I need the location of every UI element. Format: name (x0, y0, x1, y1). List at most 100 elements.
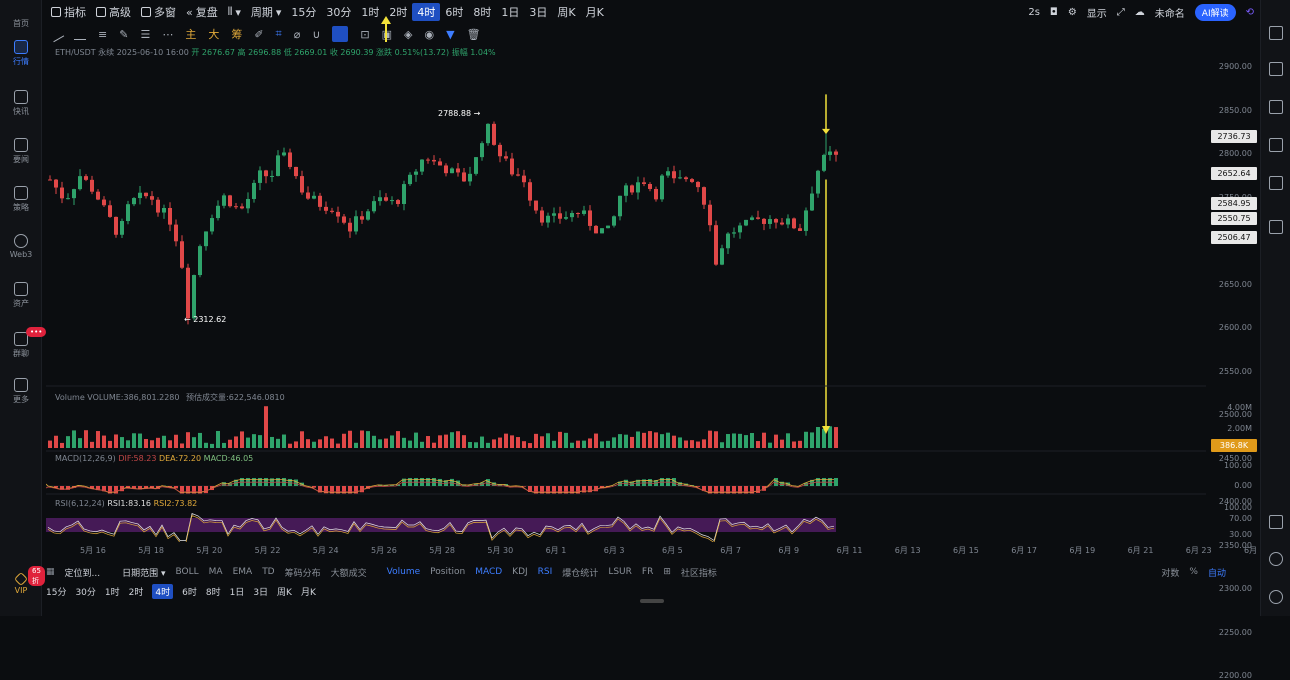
big-order-tool[interactable]: 大 (208, 26, 219, 42)
text-tool-icon[interactable]: ⌗ (276, 27, 282, 41)
copy-icon[interactable] (1269, 220, 1283, 234)
period-1w[interactable]: 周K (552, 4, 580, 20)
ind-macd[interactable]: MACD (475, 567, 502, 577)
camera-icon[interactable]: ◘ (1050, 7, 1058, 18)
magnet-icon[interactable]: ∪ (312, 28, 320, 41)
nav-headline[interactable]: 要闻 (0, 138, 42, 165)
ind-big-trades[interactable]: 大额成交 (331, 566, 367, 579)
locate-button[interactable]: 定位到... (65, 566, 101, 579)
chips-tool[interactable]: 筹 (231, 26, 242, 42)
nav-asset[interactable]: 资产 (0, 282, 42, 309)
quick-period-2时[interactable]: 2时 (129, 585, 144, 598)
ind-liquidation[interactable]: 爆仓统计 (562, 566, 598, 579)
candle-body (498, 145, 502, 156)
share-icon[interactable]: ⟲ (1246, 7, 1254, 18)
quick-period-1时[interactable]: 1时 (105, 585, 120, 598)
selected-tool-icon[interactable] (332, 26, 348, 42)
panel-icon[interactable] (1269, 515, 1283, 529)
advanced-button[interactable]: 高级 (91, 4, 136, 20)
quick-period-4时[interactable]: 4时 (152, 584, 173, 599)
time-axis-label: 6月 3 (604, 545, 625, 556)
ind-td[interactable]: TD (262, 567, 274, 577)
date-range-dropdown[interactable]: 日期范围 ▾ (122, 566, 165, 579)
brush-icon[interactable]: ✐ (254, 28, 263, 41)
nav-web3[interactable]: Web3 (0, 234, 42, 259)
ind-position[interactable]: Position (430, 567, 465, 577)
quick-period-6时[interactable]: 6时 (182, 585, 197, 598)
nav-strategy[interactable]: 策略 (0, 186, 42, 213)
settings-icon[interactable]: ⚙ (1068, 7, 1077, 18)
quick-period-8时[interactable]: 8时 (206, 585, 221, 598)
pen-tool-icon[interactable]: ✎ (119, 28, 128, 41)
lock-icon[interactable]: ⊡ (360, 28, 369, 41)
channel-tool-icon[interactable]: ≡ (98, 28, 107, 41)
calendar-icon[interactable]: ▦ (46, 567, 55, 577)
orderbook-icon[interactable] (1269, 26, 1283, 40)
trash-icon[interactable]: 🗑 (467, 28, 481, 41)
period-4h[interactable]: 4时 (412, 3, 440, 21)
wallet-icon[interactable] (1269, 62, 1283, 76)
auto-scale-toggle[interactable]: 自动 (1208, 566, 1226, 579)
headset-icon[interactable] (1269, 552, 1283, 566)
ind-ma[interactable]: MA (209, 567, 223, 577)
log-scale-toggle[interactable]: 对数 (1161, 566, 1179, 579)
avatar-icon[interactable] (1269, 590, 1283, 604)
fullscreen-icon[interactable]: ⤢ (1117, 7, 1125, 18)
percent-scale-toggle[interactable]: % (1189, 567, 1198, 577)
quick-period-周K[interactable]: 周K (277, 585, 292, 598)
ai-interpret-button[interactable]: AI解读 (1195, 4, 1236, 21)
quick-period-1日[interactable]: 1日 (230, 585, 245, 598)
candle-body (336, 212, 340, 217)
period-8h[interactable]: 8时 (468, 4, 496, 20)
ind-lsur[interactable]: LSUR (608, 567, 632, 577)
quick-period-15分[interactable]: 15分 (46, 585, 66, 598)
period-15m[interactable]: 15分 (286, 4, 321, 20)
layers-icon[interactable] (1269, 176, 1283, 190)
period-6h[interactable]: 6时 (440, 4, 468, 20)
quick-period-3日[interactable]: 3日 (253, 585, 268, 598)
resize-handle[interactable] (640, 599, 664, 603)
nav-home[interactable]: 首页 (0, 2, 42, 29)
period-dropdown[interactable]: 周期▾ (246, 4, 287, 20)
nav-market[interactable]: 行情 (0, 40, 42, 67)
hline-tool-icon[interactable] (74, 28, 86, 40)
ind-community[interactable]: 社区指标 (681, 566, 717, 579)
eraser-icon[interactable]: ◈ (404, 28, 412, 41)
monitor-icon[interactable] (1269, 138, 1283, 152)
quick-period-30分[interactable]: 30分 (75, 585, 95, 598)
volume-bar (696, 442, 700, 448)
ind-chips[interactable]: 筹码分布 (285, 566, 321, 579)
ind-kdj[interactable]: KDJ (512, 567, 528, 577)
cloud-icon[interactable]: ☁ (1135, 7, 1145, 18)
period-1M[interactable]: 月K (581, 4, 609, 20)
main-force-tool[interactable]: 主 (185, 26, 196, 42)
ind-fr[interactable]: FR (642, 567, 653, 577)
layout-name[interactable]: 未命名 (1155, 5, 1185, 20)
quick-period-月K[interactable]: 月K (301, 585, 316, 598)
ruler-icon[interactable]: ⌀ (294, 28, 301, 41)
filter-icon[interactable]: ▼ (446, 28, 454, 41)
indicator-button[interactable]: 指标 (46, 4, 91, 20)
display-button[interactable]: 显示 (1087, 5, 1107, 20)
trendline-tool-icon[interactable] (48, 26, 64, 42)
period-30m[interactable]: 30分 (321, 4, 356, 20)
volume-bar (294, 441, 298, 448)
ind-ema[interactable]: EMA (233, 567, 253, 577)
ind-volume[interactable]: Volume (387, 567, 420, 577)
chart-type-dropdown[interactable]: ⫴▾ (223, 5, 246, 19)
refresh-speed[interactable]: 2s (1028, 7, 1040, 18)
period-3d[interactable]: 3日 (524, 4, 552, 20)
fib-tool-icon[interactable]: ☰ (140, 28, 150, 41)
eye-icon[interactable]: ◉ (425, 28, 435, 41)
more-tools-icon[interactable]: ⋯ (162, 28, 173, 41)
chart-bars-icon[interactable] (1269, 100, 1283, 114)
nav-flash[interactable]: 快讯 (0, 90, 42, 117)
nav-more[interactable]: 更多 (0, 378, 42, 405)
price-chart[interactable] (46, 56, 1206, 542)
multi-window-button[interactable]: 多窗 (136, 4, 181, 20)
period-1d[interactable]: 1日 (496, 4, 524, 20)
community-icon[interactable]: ⊞ (663, 567, 671, 577)
ind-rsi[interactable]: RSI (538, 567, 553, 577)
ind-boll[interactable]: BOLL (176, 567, 199, 577)
replay-button[interactable]: «复盘 (181, 4, 223, 20)
